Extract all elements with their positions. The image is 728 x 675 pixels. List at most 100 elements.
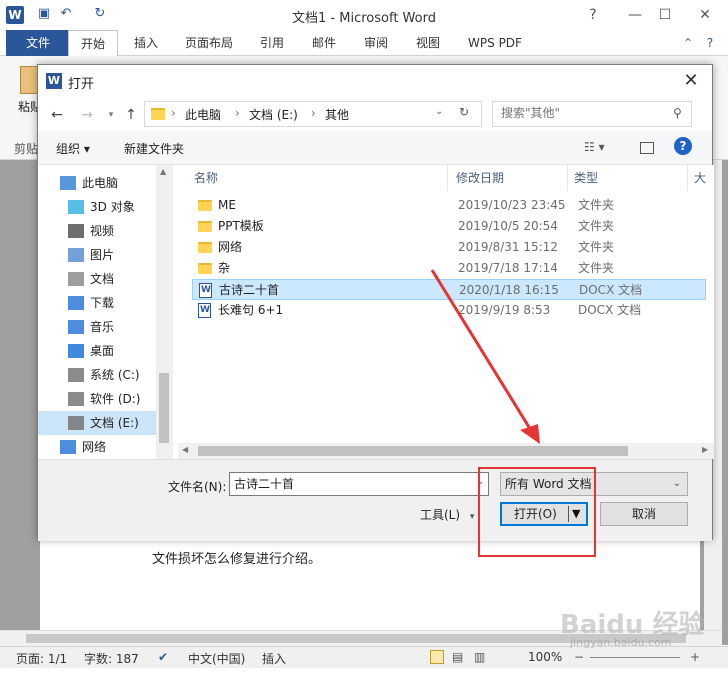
recent-dropdown-icon[interactable]: ▾ (102, 106, 120, 124)
tab-review[interactable]: 审阅 (356, 30, 396, 56)
clipboard-group-label: 剪贴 (14, 142, 39, 156)
nav-item[interactable]: 文档 (E:) (38, 411, 156, 435)
preview-pane-icon[interactable] (640, 142, 654, 154)
insert-mode-indicator[interactable]: 插入 (262, 650, 286, 667)
file-row[interactable]: 杂 2019/7/18 17:14 文件夹 (192, 258, 706, 279)
file-row[interactable]: PPT模板 2019/10/5 20:54 文件夹 (192, 216, 706, 237)
address-bar[interactable]: › 此电脑 › 文档 (E:) › 其他 ⌄ ↻ (144, 101, 482, 127)
column-header-size[interactable]: 大 (688, 165, 714, 191)
tab-mailings[interactable]: 邮件 (304, 30, 344, 56)
file-name: ME (218, 198, 236, 212)
tab-view[interactable]: 视图 (408, 30, 448, 56)
nav-item[interactable]: 桌面 (38, 339, 156, 363)
tab-page-layout[interactable]: 页面布局 (178, 30, 240, 56)
nav-item[interactable]: 图片 (38, 243, 156, 267)
breadcrumb-other[interactable]: 其他 (325, 106, 349, 123)
watermark-url: jingyan.baidu.com (570, 636, 672, 649)
close-word-button[interactable]: ✕ (690, 4, 720, 26)
zoom-in-icon[interactable]: + (690, 650, 700, 664)
breadcrumb-drive-e[interactable]: 文档 (E:) (249, 106, 298, 123)
view-options-icon[interactable]: ☷ ▾ (584, 140, 605, 154)
file-row[interactable]: 长难句 6+1 2019/9/19 8:53 DOCX 文档 (192, 300, 706, 321)
nav-item[interactable]: 此电脑 (38, 171, 156, 195)
minimize-button[interactable]: — (620, 4, 650, 26)
tab-references[interactable]: 引用 (252, 30, 292, 56)
forward-arrow-icon[interactable]: → (78, 106, 96, 124)
file-name: PPT模板 (218, 219, 264, 233)
back-arrow-icon[interactable]: ← (48, 106, 66, 124)
breadcrumb-chevron-icon: › (171, 106, 176, 120)
nav-item-label: 此电脑 (82, 176, 119, 190)
search-input[interactable] (501, 106, 671, 120)
folder-icon (198, 263, 212, 274)
filename-label: 文件名(N): (168, 480, 227, 494)
nav-item-label: 网络 (82, 440, 107, 454)
language-indicator[interactable]: 中文(中国) (188, 650, 245, 667)
search-icon[interactable]: ⚲ (673, 106, 682, 120)
tab-insert[interactable]: 插入 (126, 30, 166, 56)
scroll-right-icon[interactable]: ▶ (702, 445, 708, 454)
nav-item[interactable]: 视频 (38, 219, 156, 243)
organize-button[interactable]: 组织 ▾ (56, 140, 90, 157)
column-header-type[interactable]: 类型 (568, 165, 688, 191)
nav-item[interactable]: 3D 对象 (38, 195, 156, 219)
music-icon (68, 320, 84, 334)
open-dialog: W 打开 ✕ ← → ▾ ↑ › 此电脑 › 文档 (E:) › 其他 ⌄ ↻ … (37, 64, 714, 541)
file-type: 文件夹 (578, 261, 615, 275)
new-folder-button[interactable]: 新建文件夹 (124, 140, 184, 157)
read-mode-icon[interactable]: ▤ (452, 650, 463, 664)
file-list-hscrollbar[interactable]: ◀ ▶ (178, 443, 714, 459)
address-dropdown-icon[interactable]: ⌄ (435, 106, 443, 117)
help-circle-icon[interactable]: ? (702, 30, 718, 56)
zoom-out-icon[interactable]: − (574, 650, 584, 664)
up-arrow-icon[interactable]: ↑ (122, 106, 140, 124)
navigation-pane-scrollbar[interactable]: ▲ (156, 165, 173, 459)
nav-item[interactable]: 系统 (C:) (38, 363, 156, 387)
scroll-up-icon[interactable]: ▲ (160, 167, 166, 176)
zoom-slider[interactable] (590, 657, 680, 658)
file-list-hscroll-thumb[interactable] (198, 446, 628, 456)
web-layout-icon[interactable]: ▥ (474, 650, 485, 664)
cancel-button[interactable]: 取消 (600, 502, 688, 526)
file-row[interactable]: 网络 2019/8/31 15:12 文件夹 (192, 237, 706, 258)
file-name: 古诗二十首 (219, 283, 280, 297)
breadcrumb-chevron-icon: › (311, 106, 316, 120)
page-count[interactable]: 页面: 1/1 (16, 650, 67, 667)
nav-item[interactable]: 文档 (38, 267, 156, 291)
file-date: 2019/10/23 23:45 (458, 198, 566, 212)
filename-input[interactable]: 古诗二十首 (229, 472, 489, 496)
nav-item[interactable]: 软件 (D:) (38, 387, 156, 411)
breadcrumb-this-pc[interactable]: 此电脑 (185, 106, 221, 123)
nav-item[interactable]: 音乐 (38, 315, 156, 339)
word-document-icon (198, 303, 211, 318)
refresh-icon[interactable]: ↻ (459, 105, 469, 119)
zoom-level[interactable]: 100% (528, 650, 562, 664)
print-layout-icon[interactable] (430, 650, 444, 664)
search-box[interactable]: ⚲ (492, 101, 692, 127)
column-header-date[interactable]: 修改日期 (448, 165, 568, 191)
tab-file[interactable]: 文件 (6, 30, 70, 56)
nav-item-label: 图片 (90, 248, 115, 262)
help-icon[interactable]: ? (674, 137, 692, 155)
file-row[interactable]: ME 2019/10/23 23:45 文件夹 (192, 195, 706, 216)
help-icon[interactable]: ? (578, 4, 608, 26)
word-count[interactable]: 字数: 187 (84, 650, 139, 667)
document-text: 文件损坏怎么修复进行介绍。 (152, 552, 322, 567)
proofing-icon[interactable]: ✔ (158, 650, 168, 664)
tab-home[interactable]: 开始 (68, 30, 118, 57)
document-icon (68, 272, 84, 286)
tools-button[interactable]: 工具(L) ▾ (420, 506, 474, 523)
nav-item[interactable]: 网络 (38, 435, 156, 459)
maximize-button[interactable]: ☐ (650, 4, 680, 26)
collapse-ribbon-icon[interactable]: ⌃ (680, 30, 696, 56)
file-date: 2020/1/18 16:15 (459, 283, 559, 297)
file-list: 名称 ⌃ 修改日期 类型 大 ME 2019/10/23 23:45 文件夹 PPT模… (178, 165, 714, 459)
scroll-left-icon[interactable]: ◀ (182, 445, 188, 454)
tab-wps-pdf[interactable]: WPS PDF (460, 30, 530, 56)
status-bar: 页面: 1/1 字数: 187 ✔ 中文(中国) 插入 ▤ ▥ 100% − + (0, 646, 728, 668)
dialog-close-button[interactable]: ✕ (678, 69, 704, 93)
file-row[interactable]: 古诗二十首 2020/1/18 16:15 DOCX 文档 (192, 279, 706, 300)
navigation-scroll-thumb[interactable] (159, 373, 169, 443)
dialog-command-bar: 组织 ▾ 新建文件夹 ☷ ▾ ? (38, 131, 712, 165)
nav-item[interactable]: 下载 (38, 291, 156, 315)
